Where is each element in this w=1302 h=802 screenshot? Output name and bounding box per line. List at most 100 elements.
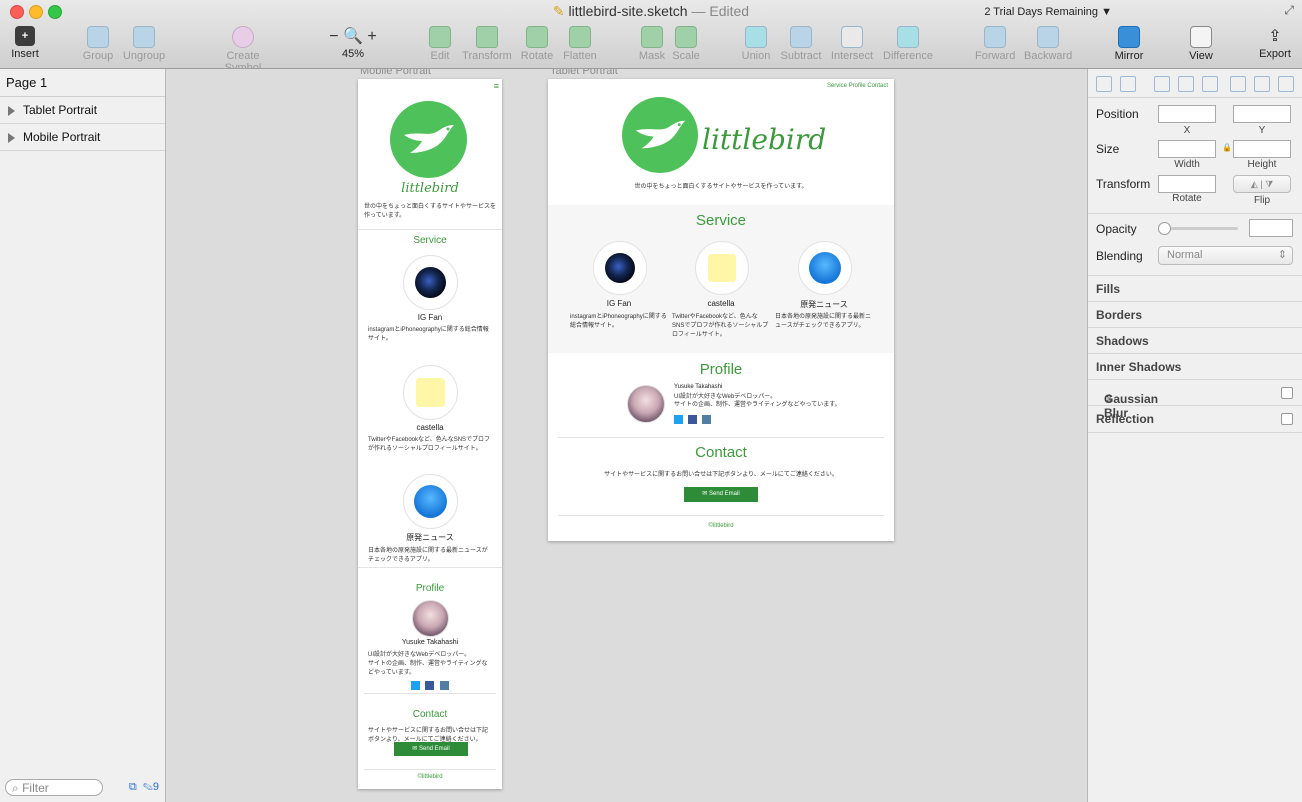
mirror-button[interactable]: Mirror	[1112, 26, 1146, 62]
rotate-input[interactable]	[1158, 175, 1216, 193]
union-button[interactable]: Union	[740, 26, 772, 62]
subtract-icon	[790, 26, 812, 48]
fills-title: Fills	[1096, 282, 1121, 296]
position-y-input[interactable]	[1233, 105, 1291, 123]
align-right-icon[interactable]	[1202, 76, 1218, 92]
edit-button[interactable]: Edit	[428, 26, 452, 62]
castella-icon[interactable]	[403, 365, 458, 420]
window-toolbar: ✎ littlebird-site.sketch — Edited 2 Tria…	[0, 0, 1302, 74]
twitter-icon[interactable]	[674, 415, 683, 424]
tagline: 世の中をちょっと面白くするサイトやサービスを作っています。	[634, 184, 808, 190]
pen-icon[interactable]: ✎	[143, 781, 153, 793]
layer-tablet-portrait[interactable]: Tablet Portrait	[0, 97, 165, 124]
shadows-section[interactable]: Shadows	[1088, 327, 1302, 354]
flatten-button[interactable]: Flatten	[562, 26, 598, 62]
filter-input[interactable]: ⌕ Filter	[5, 779, 103, 796]
group-button[interactable]: Group	[82, 26, 114, 62]
mobile-artboard[interactable]: ≡ littlebird 世の中をちょっと面白くするサイトやサービスを作っていま…	[358, 79, 502, 789]
reflection-section[interactable]: Reflection	[1088, 405, 1302, 433]
blending-select[interactable]: Normal ⇕	[1158, 246, 1293, 265]
nuclear-news-icon[interactable]	[403, 474, 458, 529]
reflection-checkbox[interactable]	[1281, 413, 1293, 425]
gaussian-blur-checkbox[interactable]	[1281, 387, 1293, 399]
facebook-icon[interactable]	[688, 415, 697, 424]
footer: ©littlebird	[417, 774, 443, 780]
export-icon: ⇪	[1268, 28, 1282, 45]
mobile-artboard-label[interactable]: Mobile Portrait	[360, 69, 431, 77]
mirror-label: Mirror	[1114, 50, 1144, 62]
castella-icon[interactable]	[695, 241, 749, 295]
difference-button[interactable]: Difference	[882, 26, 934, 62]
profile-name: Yusuke Takahashi	[401, 639, 459, 646]
opacity-slider-knob[interactable]	[1158, 222, 1171, 235]
service-heading: Service	[413, 235, 447, 246]
fullscreen-icon[interactable]: ⤢	[1284, 3, 1294, 18]
page-selector[interactable]: Page 1	[0, 69, 165, 97]
position-x-input[interactable]	[1158, 105, 1216, 123]
tablet-artboard[interactable]: Service Profile Contact littlebird 世の中をち…	[548, 79, 894, 541]
layer-mobile-portrait[interactable]: Mobile Portrait	[0, 124, 165, 151]
flatten-label: Flatten	[563, 50, 597, 62]
mask-button[interactable]: Mask	[638, 26, 666, 62]
nuclear-news-icon[interactable]	[798, 241, 852, 295]
inner-shadows-section[interactable]: Inner Shadows	[1088, 353, 1302, 380]
send-email-button[interactable]: ✉ Send Email	[684, 487, 758, 502]
zoom-control[interactable]: − 🔍 + 45%	[324, 26, 382, 60]
intersect-button[interactable]: Intersect	[830, 26, 874, 62]
instagram-icon[interactable]	[440, 681, 449, 690]
subtract-label: Subtract	[780, 50, 822, 62]
forward-button[interactable]: Forward	[975, 26, 1015, 62]
borders-section[interactable]: Borders	[1088, 301, 1302, 328]
align-top-icon[interactable]	[1230, 76, 1246, 92]
filter-placeholder: Filter	[22, 781, 49, 795]
disclosure-triangle-icon[interactable]	[8, 132, 15, 143]
flip-buttons[interactable]: ◭ | ⧩	[1233, 175, 1291, 193]
ig-fan-icon[interactable]	[403, 255, 458, 310]
subtract-button[interactable]: Subtract	[780, 26, 822, 62]
lock-icon[interactable]: 🔒	[1222, 143, 1232, 152]
align-left-icon[interactable]	[1154, 76, 1170, 92]
transform-button[interactable]: Transform	[462, 26, 512, 62]
instagram-icon[interactable]	[702, 415, 711, 424]
twitter-icon[interactable]	[411, 681, 420, 690]
top-nav[interactable]: Service Profile Contact	[827, 83, 888, 89]
hamburger-icon[interactable]: ≡	[494, 81, 499, 91]
create-symbol-button[interactable]: Create Symbol	[207, 26, 279, 74]
flip-label: Flip	[1253, 195, 1271, 206]
distribute-vertical-icon[interactable]	[1120, 76, 1136, 92]
insert-button[interactable]: + Insert	[8, 26, 42, 60]
export-button[interactable]: ⇪ Export	[1258, 26, 1292, 60]
height-input[interactable]	[1233, 140, 1291, 158]
align-bottom-icon[interactable]	[1278, 76, 1294, 92]
align-center-icon[interactable]	[1178, 76, 1194, 92]
mirror-icon	[1118, 26, 1140, 48]
service-name: 原発ニュース	[800, 300, 848, 309]
insert-icon: +	[15, 26, 35, 46]
width-input[interactable]	[1158, 140, 1216, 158]
canvas[interactable]: Mobile Portrait Tablet Portrait ≡ little…	[166, 69, 1086, 802]
facebook-icon[interactable]	[425, 681, 434, 690]
view-button[interactable]: View	[1184, 26, 1218, 62]
scale-button[interactable]: Scale	[672, 26, 700, 62]
send-email-button[interactable]: ✉ Send Email	[394, 742, 468, 756]
export-label: Export	[1259, 48, 1291, 60]
copy-icon[interactable]: ⧉	[129, 781, 137, 793]
distribute-horizontal-icon[interactable]	[1096, 76, 1112, 92]
scale-label: Scale	[672, 50, 700, 62]
ig-fan-icon[interactable]	[593, 241, 647, 295]
align-middle-icon[interactable]	[1254, 76, 1270, 92]
flip-vertical-icon[interactable]: ⧩	[1265, 179, 1273, 189]
ungroup-button[interactable]: Ungroup	[122, 26, 166, 62]
opacity-input[interactable]	[1249, 219, 1293, 237]
gaussian-blur-section[interactable]: Gaussian Blur ⇕	[1088, 379, 1302, 420]
backward-button[interactable]: Backward	[1024, 26, 1072, 62]
flip-horizontal-icon[interactable]: ◭	[1251, 179, 1258, 189]
rotate-button[interactable]: Rotate	[520, 26, 554, 62]
trial-dropdown[interactable]: 2 Trial Days Remaining ▼	[984, 6, 1112, 18]
tablet-artboard-label[interactable]: Tablet Portrait	[550, 69, 618, 77]
forward-icon	[984, 26, 1006, 48]
fills-section[interactable]: Fills	[1088, 275, 1302, 302]
disclosure-triangle-icon[interactable]	[8, 105, 15, 116]
alignment-toolbar	[1088, 69, 1302, 98]
stepper-icon[interactable]: ⇕	[1104, 392, 1114, 406]
